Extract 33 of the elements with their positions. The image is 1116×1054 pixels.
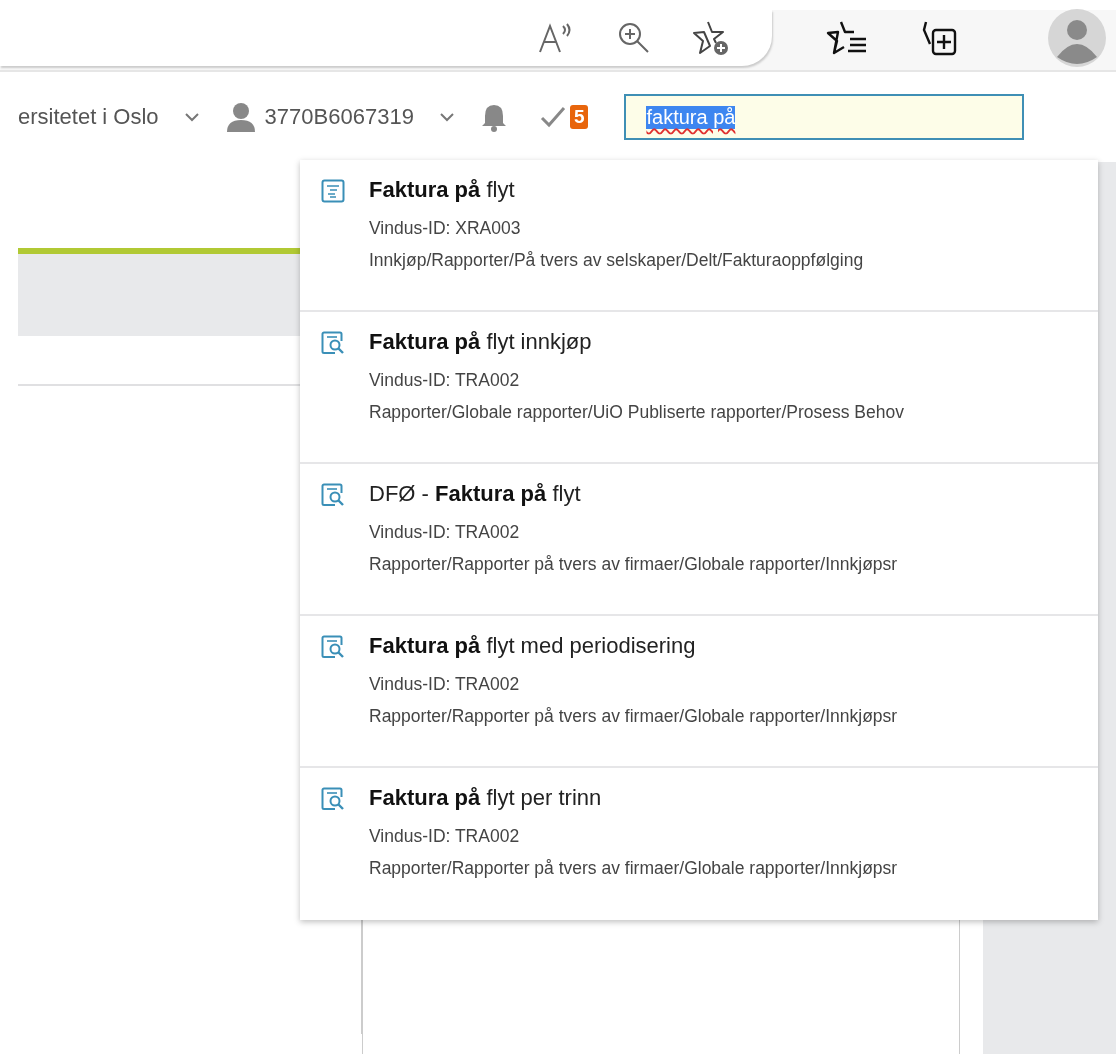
- search-result[interactable]: Faktura på flyt med periodisering Vindus-ID: TRA002 Rapporter/Rapporter på tvers av firmaer/Globale rapporter/Innkjøpsr: [300, 616, 1098, 768]
- result-title: Faktura på flyt innkjøp: [369, 328, 593, 356]
- task-count-badge: 5: [569, 105, 589, 129]
- chevron-down-icon[interactable]: [439, 112, 454, 122]
- report-search-icon: [321, 331, 345, 355]
- list-document-icon: [321, 179, 345, 203]
- menu-path: Rapporter/Globale rapporter/UiO Publiserte rapporter/Prosess Behov: [369, 401, 904, 424]
- window-id: Vindus-ID: TRA002: [369, 673, 521, 696]
- search-result[interactable]: Faktura på flyt Vindus-ID: XRA003 Innkjøp/Rapporter/På tvers av selskaper/Delt/Fakturaoppfølging: [300, 160, 1098, 312]
- profile-avatar-icon[interactable]: [1048, 9, 1106, 67]
- report-search-icon: [321, 483, 345, 507]
- menu-path: Rapporter/Rapporter på tvers av firmaer/Globale rapporter/Innkjøpsr: [369, 705, 898, 728]
- window-id: Vindus-ID: TRA002: [369, 521, 521, 544]
- result-title: Faktura på flyt med periodisering: [369, 632, 697, 660]
- window-id: Vindus-ID: TRA002: [369, 369, 521, 392]
- checkmark-icon[interactable]: [539, 106, 566, 128]
- search-result[interactable]: Faktura på flyt per trinn Vindus-ID: TRA002 Rapporter/Rapporter på tvers av firmaer/Globale rapporter/Innkjøpsr: [300, 768, 1098, 920]
- user-icon: [224, 102, 257, 132]
- organization-name: ersitetet i Oslo: [18, 104, 159, 130]
- window-id: Vindus-ID: XRA003: [369, 217, 522, 240]
- menu-path: Rapporter/Rapporter på tvers av firmaer/Globale rapporter/Innkjøpsr: [369, 553, 898, 576]
- user-id: 3770B6067319: [264, 104, 414, 130]
- window-id: Vindus-ID: TRA002: [369, 825, 521, 848]
- result-title: Faktura på flyt per trinn: [369, 784, 603, 812]
- report-search-icon: [321, 787, 345, 811]
- menu-path: Innkjøp/Rapporter/På tvers av selskaper/Delt/Fakturaoppfølging: [369, 249, 864, 272]
- result-title: Faktura på flyt: [369, 176, 516, 204]
- chevron-down-icon[interactable]: [184, 112, 199, 122]
- report-search-icon: [321, 635, 345, 659]
- menu-path: Rapporter/Rapporter på tvers av firmaer/Globale rapporter/Innkjøpsr: [369, 857, 898, 880]
- search-result[interactable]: DFØ - Faktura på flyt Vindus-ID: TRA002 Rapporter/Rapporter på tvers av firmaer/Globale rapporter/Innkjøpsr: [300, 464, 1098, 616]
- result-title: DFØ - Faktura på flyt: [369, 480, 582, 508]
- search-result[interactable]: Faktura på flyt innkjøp Vindus-ID: TRA002 Rapporter/Globale rapporter/UiO Publiserte rapporter/Prosess Behov: [300, 312, 1098, 464]
